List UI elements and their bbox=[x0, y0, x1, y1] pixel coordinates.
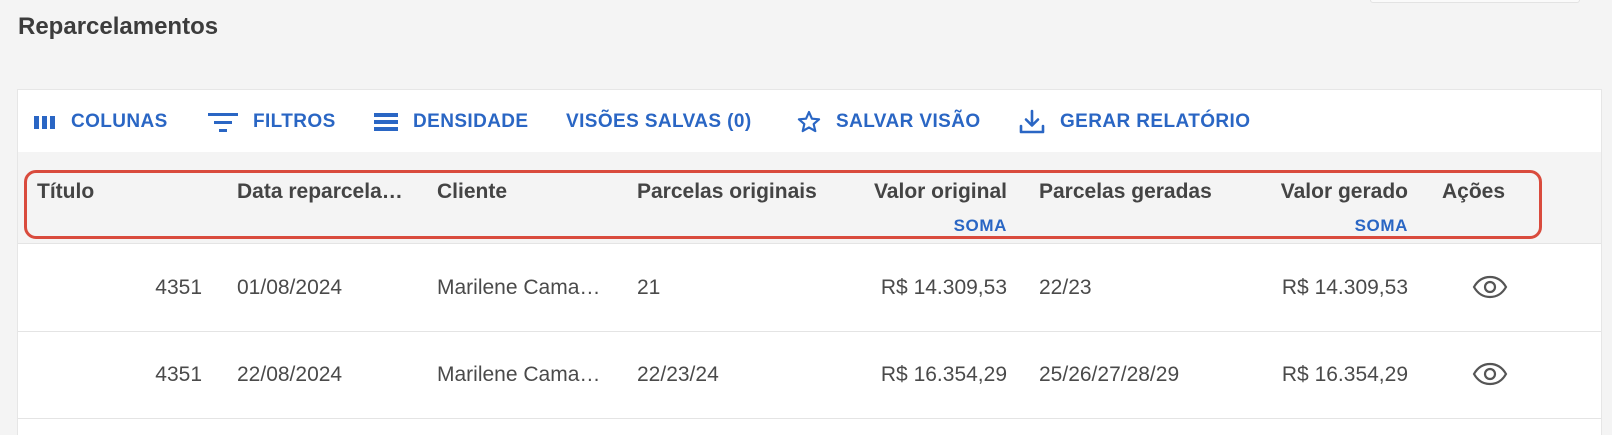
cell-parcelas-originais: 22/23/24 bbox=[637, 363, 719, 386]
column-header-label: Título bbox=[37, 180, 95, 203]
filters-button[interactable]: FILTROS bbox=[207, 109, 336, 135]
column-header-parcelas-originais[interactable]: Parcelas originais bbox=[618, 152, 818, 244]
column-header-valor-original[interactable]: Valor original SOMA bbox=[818, 152, 1018, 244]
cell-parcelas-geradas: 22/23 bbox=[1039, 276, 1092, 299]
cell-parcelas-originais: 21 bbox=[637, 276, 661, 299]
table-header: Título Data reparcelamento Cliente Parce… bbox=[18, 152, 1601, 244]
saved-views-button[interactable]: VISÕES SALVAS (0) bbox=[566, 109, 752, 135]
cell-valor-gerado: R$ 14.309,53 bbox=[1281, 276, 1408, 299]
generate-report-button[interactable]: GERAR RELATÓRIO bbox=[1018, 109, 1250, 135]
table-row[interactable]: 4351 22/08/2024 Marilene Camargo 22/23/2… bbox=[18, 332, 1601, 419]
saved-views-label: VISÕES SALVAS (0) bbox=[566, 111, 752, 132]
column-header-label: Data reparcelamento bbox=[237, 180, 411, 203]
columns-button[interactable]: COLUNAS bbox=[33, 109, 168, 135]
cell-data: 01/08/2024 bbox=[237, 276, 343, 299]
eye-icon[interactable] bbox=[1472, 274, 1508, 305]
column-header-label: Valor gerado bbox=[1280, 180, 1408, 203]
sum-aggregation-label: SOMA bbox=[953, 216, 1007, 235]
sum-aggregation-label: SOMA bbox=[1354, 216, 1408, 235]
save-view-label: SALVAR VISÃO bbox=[836, 111, 981, 132]
columns-label: COLUNAS bbox=[71, 111, 168, 132]
star-icon bbox=[796, 109, 822, 135]
table-row[interactable]: 4351 01/08/2024 Marilene Camargo 21 R$ 1… bbox=[18, 245, 1601, 332]
column-header-valor-gerado[interactable]: Valor gerado SOMA bbox=[1218, 152, 1418, 244]
cell-cliente: Marilene Camargo bbox=[437, 363, 604, 386]
cell-parcelas-geradas: 25/26/27/28/29 bbox=[1039, 363, 1180, 386]
column-header-label: Ações bbox=[1442, 180, 1506, 203]
data-grid: COLUNAS FILTROS DENSIDADE VISÕES SALVAS … bbox=[17, 89, 1602, 435]
density-icon bbox=[373, 110, 399, 134]
top-right-control[interactable] bbox=[1370, 0, 1580, 3]
column-header-parcelas-geradas[interactable]: Parcelas geradas bbox=[1018, 152, 1218, 244]
page-title: Reparcelamentos bbox=[18, 13, 219, 40]
download-icon bbox=[1018, 108, 1046, 136]
eye-icon[interactable] bbox=[1472, 361, 1508, 392]
filter-icon bbox=[207, 110, 239, 134]
cell-titulo: 4351 bbox=[155, 363, 202, 386]
cell-titulo: 4351 bbox=[155, 276, 202, 299]
cell-cliente: Marilene Camargo bbox=[437, 276, 604, 299]
column-header-label: Valor original bbox=[873, 180, 1007, 203]
column-header-acoes: Ações bbox=[1418, 152, 1598, 244]
generate-report-label: GERAR RELATÓRIO bbox=[1060, 111, 1251, 132]
save-view-button[interactable]: SALVAR VISÃO bbox=[796, 109, 981, 135]
cell-valor-original: R$ 14.309,53 bbox=[880, 276, 1007, 299]
column-header-cliente[interactable]: Cliente bbox=[418, 152, 618, 244]
cell-valor-gerado: R$ 16.354,29 bbox=[1281, 363, 1408, 386]
column-header-label: Cliente bbox=[437, 180, 508, 203]
column-header-label: Parcelas geradas bbox=[1039, 180, 1212, 203]
column-header-label: Parcelas originais bbox=[637, 180, 817, 203]
cell-valor-original: R$ 16.354,29 bbox=[880, 363, 1007, 386]
column-header-titulo[interactable]: Título bbox=[18, 152, 218, 244]
grid-toolbar: COLUNAS FILTROS DENSIDADE VISÕES SALVAS … bbox=[18, 90, 1601, 152]
density-button[interactable]: DENSIDADE bbox=[373, 109, 529, 135]
filters-label: FILTROS bbox=[253, 111, 336, 132]
column-header-data-reparcelamento[interactable]: Data reparcelamento bbox=[218, 152, 418, 244]
cell-data: 22/08/2024 bbox=[237, 363, 343, 386]
density-label: DENSIDADE bbox=[413, 111, 529, 132]
columns-icon bbox=[33, 112, 57, 132]
